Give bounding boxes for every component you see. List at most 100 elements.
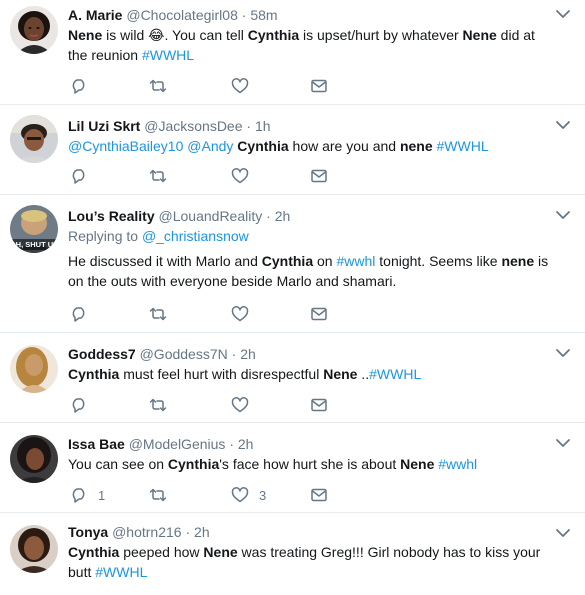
search-match: nene xyxy=(399,138,433,154)
mention-link[interactable]: @CynthiaBailey10 xyxy=(68,138,183,154)
hashtag-link[interactable]: #WWHL xyxy=(369,366,421,382)
replying-to-handle[interactable]: @_christiansnow xyxy=(142,228,249,244)
direct-message-button[interactable] xyxy=(310,394,328,416)
chevron-down-icon[interactable] xyxy=(555,8,571,20)
direct-message-button[interactable] xyxy=(310,75,328,97)
display-name[interactable]: Lil Uzi Skrt xyxy=(68,118,140,134)
display-name[interactable]: Lou’s Reality xyxy=(68,208,155,224)
like-count: 3 xyxy=(259,487,267,503)
heart-icon xyxy=(231,168,249,184)
replying-to-label: Replying to xyxy=(68,228,139,244)
hashtag-link[interactable]: #wwhl xyxy=(336,253,375,269)
display-name[interactable]: Tonya xyxy=(68,524,108,540)
user-handle[interactable]: @LouandReality xyxy=(159,208,263,224)
chevron-down-icon[interactable] xyxy=(555,527,571,539)
timestamp[interactable]: 58m xyxy=(250,7,277,23)
retweet-icon xyxy=(149,307,167,321)
tweet-text: Nene is wild 😂. You can tell Cynthia is … xyxy=(68,25,551,65)
search-match: Cynthia xyxy=(68,544,120,560)
chevron-down-icon[interactable] xyxy=(555,347,571,359)
search-match: Nene xyxy=(203,544,238,560)
display-name[interactable]: Issa Bae xyxy=(68,436,125,452)
display-name[interactable]: A. Marie xyxy=(68,7,122,23)
separator-dot: · xyxy=(266,208,271,224)
separator-dot: · xyxy=(246,118,252,134)
tweet-header: Tonya @hotrn216 · 2h xyxy=(68,523,551,541)
hashtag-link[interactable]: #WWHL xyxy=(95,564,147,580)
user-handle[interactable]: @hotrn216 xyxy=(112,524,181,540)
avatar[interactable] xyxy=(10,345,58,393)
envelope-icon xyxy=(311,398,327,412)
reply-icon xyxy=(72,398,85,413)
heart-icon xyxy=(231,487,249,503)
chevron-down-icon[interactable] xyxy=(555,437,571,449)
text-fragment: on xyxy=(313,253,337,269)
timestamp[interactable]: 2h xyxy=(194,524,210,540)
direct-message-button[interactable] xyxy=(310,303,328,325)
tweet[interactable]: OH, SHUT UP Lou’s Reality @LouandReality… xyxy=(0,195,585,333)
hashtag-link[interactable]: #WWHL xyxy=(437,138,489,154)
heart-icon xyxy=(231,397,249,413)
direct-message-button[interactable] xyxy=(310,484,328,506)
direct-message-button[interactable] xyxy=(310,165,328,187)
avatar[interactable] xyxy=(10,6,58,54)
reply-icon xyxy=(72,169,85,184)
reply-button[interactable] xyxy=(70,75,98,97)
tweet-text: Cynthia peeped how Nene was treating Gre… xyxy=(68,542,551,582)
reply-button[interactable] xyxy=(70,303,98,325)
tweet-actions xyxy=(68,303,368,325)
tweet[interactable]: Goddess7 @Goddess7N · 2h Cynthia must fe… xyxy=(0,333,585,423)
tweet[interactable]: A. Marie @Chocolategirl08 · 58m Nene is … xyxy=(0,0,585,105)
chevron-down-icon[interactable] xyxy=(555,209,571,221)
retweet-button[interactable] xyxy=(149,165,167,187)
hashtag-link[interactable]: #WWHL xyxy=(142,47,194,63)
user-handle[interactable]: @Goddess7N xyxy=(140,346,228,362)
tweet-actions: 1 3 xyxy=(68,484,368,506)
text-fragment: is upset/hurt by whatever xyxy=(299,27,463,43)
user-handle[interactable]: @JacksonsDee xyxy=(144,118,242,134)
text-fragment: peeped how xyxy=(119,544,204,560)
envelope-icon xyxy=(311,169,327,183)
envelope-icon xyxy=(311,79,327,93)
reply-button[interactable]: 1 xyxy=(70,484,105,506)
mention-link[interactable]: @Andy xyxy=(187,138,233,154)
retweet-icon xyxy=(149,398,167,412)
timestamp[interactable]: 2h xyxy=(240,346,256,362)
display-name[interactable]: Goddess7 xyxy=(68,346,136,362)
search-match: Cynthia xyxy=(247,27,300,43)
retweet-button[interactable] xyxy=(149,303,167,325)
timestamp[interactable]: 2h xyxy=(238,436,254,452)
hashtag-link[interactable]: #wwhl xyxy=(438,456,477,472)
tweet[interactable]: Lil Uzi Skrt @JacksonsDee · 1h @CynthiaB… xyxy=(0,105,585,195)
retweet-button[interactable] xyxy=(149,75,167,97)
tweet[interactable]: Issa Bae @ModelGenius · 2h You can see o… xyxy=(0,423,585,513)
replying-to: Replying to @_christiansnow xyxy=(68,227,551,245)
avatar[interactable]: OH, SHUT UP xyxy=(10,205,58,253)
like-button[interactable] xyxy=(231,394,259,416)
like-button[interactable] xyxy=(231,75,259,97)
separator-dot: · xyxy=(231,346,237,362)
text-fragment: tonight. Seems like xyxy=(375,253,502,269)
tweet[interactable]: Tonya @hotrn216 · 2h Cynthia peeped how … xyxy=(0,513,585,595)
like-button[interactable] xyxy=(231,165,259,187)
retweet-button[interactable] xyxy=(149,394,167,416)
like-button[interactable]: 3 xyxy=(231,484,266,506)
tweet-actions xyxy=(68,165,368,187)
avatar[interactable] xyxy=(10,525,58,573)
tweet-actions xyxy=(68,75,368,97)
retweet-button[interactable] xyxy=(149,484,167,506)
user-handle[interactable]: @Chocolategirl08 xyxy=(126,7,238,23)
timestamp[interactable]: 1h xyxy=(255,118,271,134)
chevron-down-icon[interactable] xyxy=(555,119,571,131)
retweet-icon xyxy=(149,488,167,502)
like-button[interactable] xyxy=(231,303,259,325)
reply-button[interactable] xyxy=(70,165,98,187)
text-fragment: how are you and xyxy=(288,138,400,154)
reply-button[interactable] xyxy=(70,394,98,416)
avatar[interactable] xyxy=(10,115,58,163)
avatar[interactable] xyxy=(10,435,58,483)
user-handle[interactable]: @ModelGenius xyxy=(129,436,226,452)
reply-count: 1 xyxy=(98,487,106,503)
text-fragment: .. xyxy=(357,366,370,382)
timestamp[interactable]: 2h xyxy=(275,208,291,224)
